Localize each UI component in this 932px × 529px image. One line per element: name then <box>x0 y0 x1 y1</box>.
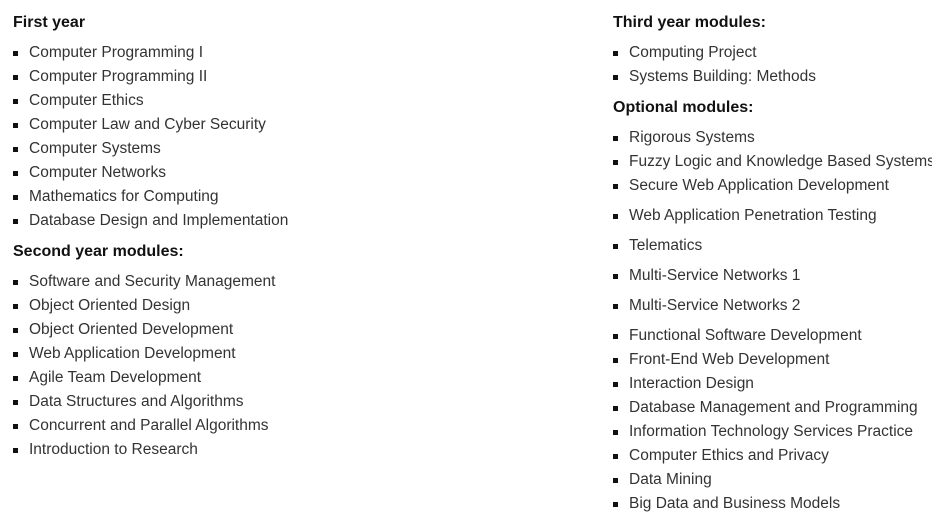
module-name: Computer Networks <box>29 164 166 181</box>
module-name: Web Application Penetration Testing <box>629 207 877 224</box>
module-name: Front-End Web Development <box>629 351 830 368</box>
bullet-icon <box>613 160 618 165</box>
module-name: Multi-Service Networks 1 <box>629 267 801 284</box>
bullet-icon <box>613 136 618 141</box>
second-year-heading: Second year modules: <box>13 243 184 260</box>
module-name: Rigorous Systems <box>629 129 755 146</box>
module-name: Telematics <box>629 237 703 254</box>
bullet-icon <box>13 400 18 405</box>
bullet-icon <box>13 352 18 357</box>
module-name: Fuzzy Logic and Knowledge Based Systems <box>629 153 932 170</box>
module-name: Multi-Service Networks 2 <box>629 297 801 314</box>
bullet-icon <box>13 328 18 333</box>
bullet-icon <box>13 448 18 453</box>
module-name: Database Management and Programming <box>629 399 918 416</box>
bullet-icon <box>13 171 18 176</box>
bullet-icon <box>613 406 618 411</box>
module-name: Database Design and Implementation <box>29 212 289 229</box>
bullet-icon <box>613 382 618 387</box>
module-name: Software and Security Management <box>29 273 276 290</box>
module-name: Object Oriented Development <box>29 321 234 338</box>
module-name: Secure Web Application Development <box>629 177 889 194</box>
module-name: Computer Ethics and Privacy <box>629 447 829 464</box>
bullet-icon <box>613 430 618 435</box>
bullet-icon <box>13 195 18 200</box>
bullet-icon <box>13 147 18 152</box>
module-name: Systems Building: Methods <box>629 68 816 85</box>
module-name: Introduction to Research <box>29 441 198 458</box>
third-year-heading: Third year modules: <box>613 14 766 31</box>
module-name: Interaction Design <box>629 375 754 392</box>
bullet-icon <box>13 51 18 56</box>
module-name: Data Mining <box>629 471 712 488</box>
bullet-icon <box>13 75 18 80</box>
module-name: Computer Programming I <box>29 44 204 61</box>
module-name: Concurrent and Parallel Algorithms <box>29 417 269 434</box>
module-name: Data Structures and Algorithms <box>29 393 244 410</box>
module-name: Computing Project <box>629 44 757 61</box>
bullet-icon <box>13 304 18 309</box>
first-year-heading: First year <box>13 14 86 31</box>
module-name: Computer Systems <box>29 140 161 157</box>
bullet-icon <box>613 214 618 219</box>
bullet-icon <box>613 184 618 189</box>
bullet-icon <box>13 376 18 381</box>
module-name: Agile Team Development <box>29 369 202 386</box>
bullet-icon <box>613 502 618 507</box>
bullet-icon <box>613 274 618 279</box>
module-name: Object Oriented Design <box>29 297 191 314</box>
module-name: Big Data and Business Models <box>629 495 841 512</box>
bullet-icon <box>613 478 618 483</box>
module-name: Computer Ethics <box>29 92 144 109</box>
optional-heading: Optional modules: <box>613 99 754 116</box>
bullet-icon <box>613 304 618 309</box>
bullet-icon <box>13 123 18 128</box>
module-name: Web Application Development <box>29 345 236 362</box>
bullet-icon <box>613 454 618 459</box>
bullet-icon <box>613 334 618 339</box>
bullet-icon <box>13 99 18 104</box>
bullet-icon <box>613 358 618 363</box>
module-name: Computer Law and Cyber Security <box>29 116 266 133</box>
bullet-icon <box>613 244 618 249</box>
module-name: Computer Programming II <box>29 68 208 85</box>
bullet-icon <box>13 280 18 285</box>
bullet-icon <box>613 51 618 56</box>
bullet-icon <box>13 219 18 224</box>
module-name: Functional Software Development <box>629 327 862 344</box>
module-name: Mathematics for Computing <box>29 188 219 205</box>
bullet-icon <box>13 424 18 429</box>
module-name: Information Technology Services Practice <box>629 423 914 440</box>
bullet-icon <box>613 75 618 80</box>
